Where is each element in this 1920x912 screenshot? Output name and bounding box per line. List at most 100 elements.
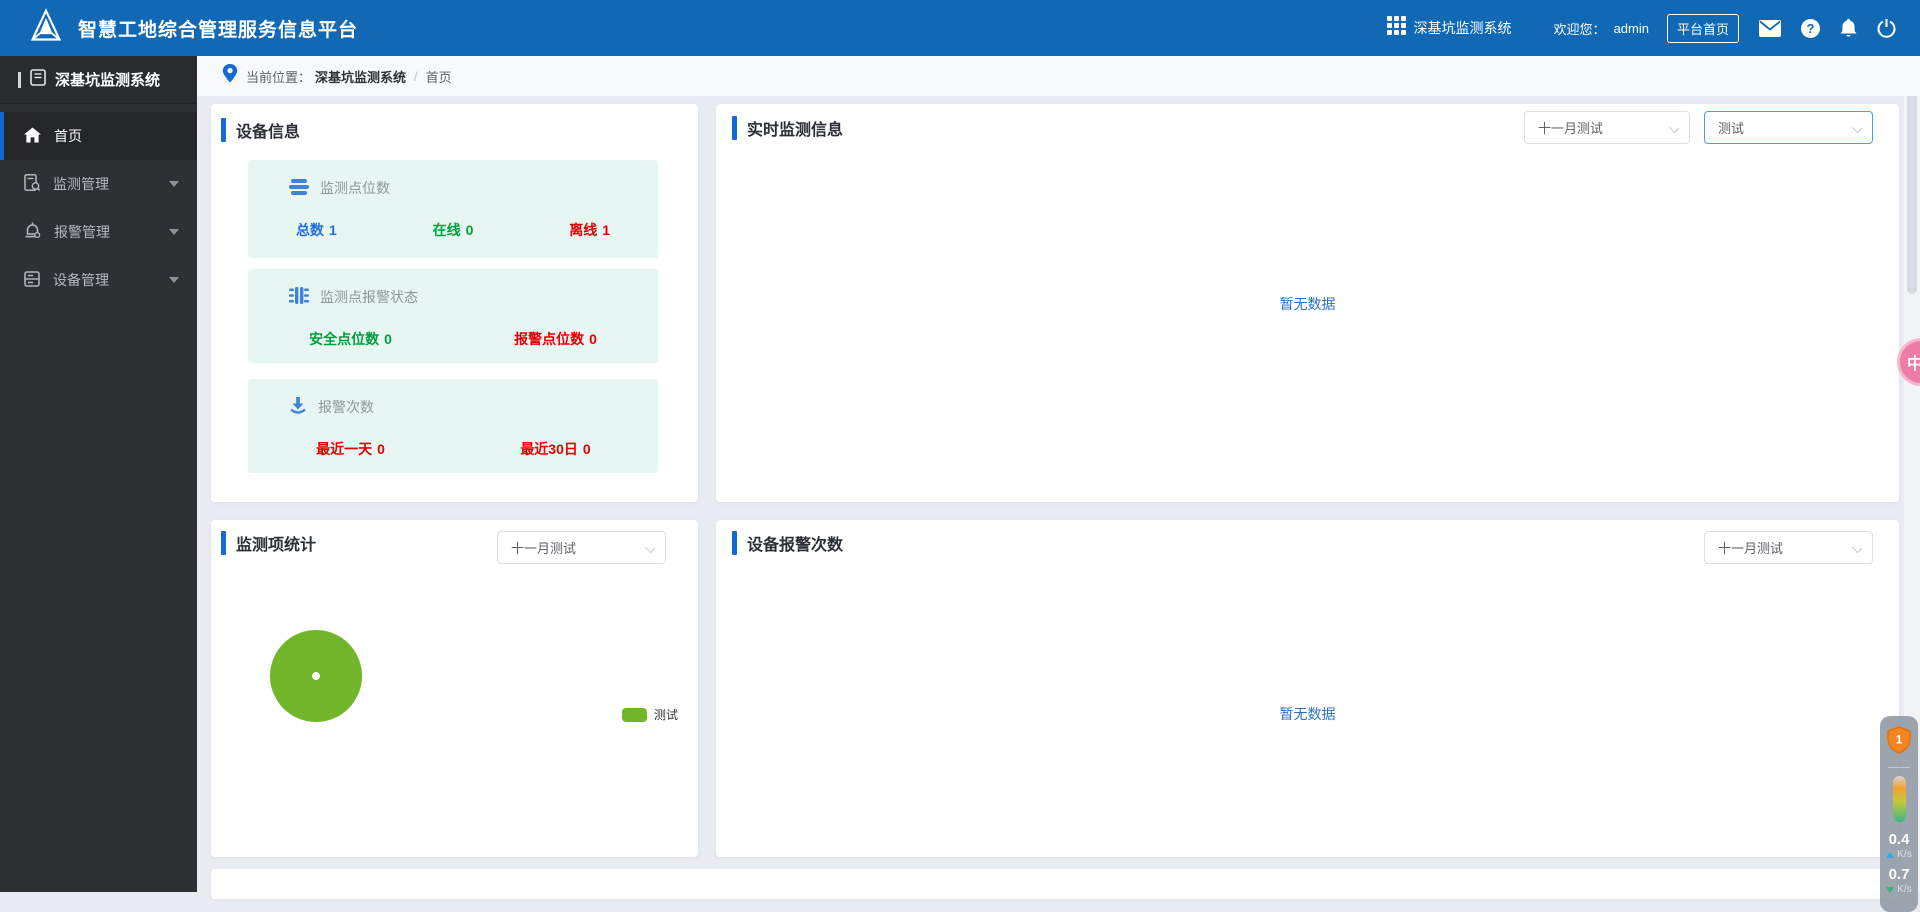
home-icon <box>24 127 41 146</box>
bell-icon[interactable] <box>1840 19 1857 38</box>
stat-alarm-points: 报警点位数0 <box>453 329 658 349</box>
card-header: 设备报警次数 <box>732 531 843 555</box>
sidebar-item-device-mgmt[interactable]: 设备管理 <box>0 256 197 304</box>
arrow-up-icon <box>1886 852 1894 858</box>
svg-text:?: ? <box>1807 21 1815 36</box>
upload-speed-unit: K/s <box>1886 849 1911 860</box>
card-title: 监测项统计 <box>236 531 316 555</box>
device-info-card: 设备信息 监测点位数 总数1 在线0 离线1 <box>211 104 698 502</box>
breadcrumb-separator: / <box>414 69 418 84</box>
chevron-down-icon <box>1852 123 1862 133</box>
language-float-button[interactable]: 中 <box>1897 338 1920 386</box>
card-title: 设备报警次数 <box>747 531 843 555</box>
svg-text:1: 1 <box>1896 733 1903 747</box>
platform-title: 智慧工地综合管理服务信息平台 <box>78 15 358 42</box>
device-drive-icon <box>24 271 40 290</box>
panel-header: 监测点位数 <box>278 178 390 198</box>
chevron-down-icon <box>645 543 655 553</box>
download-speed-value: 0.7 <box>1889 867 1910 882</box>
stat-total: 总数1 <box>248 220 385 240</box>
legend-swatch <box>622 708 647 722</box>
layers-icon <box>289 179 309 198</box>
brand: 智慧工地综合管理服务信息平台 <box>28 8 358 49</box>
current-system-name: 深基坑监测系统 <box>1414 18 1512 38</box>
panel-header: 报警次数 <box>278 397 374 417</box>
sidebar: 深基坑监测系统 首页 监测管理 <box>0 56 197 892</box>
sidebar-system-title: 深基坑监测系统 <box>55 69 160 90</box>
sidebar-menu: 首页 监测管理 <box>0 112 197 304</box>
location-pin-icon <box>222 64 238 88</box>
legend-item[interactable]: 测试 <box>622 706 678 723</box>
monitor-doc-icon <box>24 174 40 194</box>
title-accent-bar <box>221 118 226 142</box>
stat-offline: 离线1 <box>521 220 658 240</box>
panel-stats: 安全点位数0 报警点位数0 <box>248 329 658 349</box>
system-switcher[interactable]: 深基坑监测系统 <box>1387 16 1512 40</box>
divider <box>1888 767 1910 768</box>
card-header: 监测项统计 <box>221 531 316 555</box>
sidebar-item-label: 首页 <box>54 126 82 146</box>
monitor-points-panel: 监测点位数 总数1 在线0 离线1 <box>248 160 658 258</box>
card-title: 实时监测信息 <box>747 116 843 140</box>
title-accent-bar <box>221 531 226 555</box>
sidebar-item-home[interactable]: 首页 <box>0 112 197 160</box>
no-data-text: 暂无数据 <box>716 704 1899 724</box>
shield-badge-icon[interactable]: 1 <box>1886 726 1912 759</box>
upload-speed-value: 0.4 <box>1889 832 1910 847</box>
sidebar-item-label: 报警管理 <box>54 222 110 242</box>
chevron-down-icon <box>1669 123 1679 133</box>
alarm-status-panel: 监测点报警状态 安全点位数0 报警点位数0 <box>248 269 658 363</box>
help-icon[interactable]: ? <box>1801 19 1820 38</box>
breadcrumb-prefix: 当前位置： <box>246 67 311 86</box>
sidebar-item-label: 设备管理 <box>53 270 109 290</box>
logo-icon <box>28 8 64 49</box>
sidebar-item-monitor-mgmt[interactable]: 监测管理 <box>0 160 197 208</box>
donut-ring[interactable] <box>270 630 362 722</box>
apps-grid-icon <box>1387 16 1406 40</box>
welcome-label: 欢迎您： <box>1554 19 1606 38</box>
status-bars-icon <box>289 287 309 307</box>
month-select[interactable]: 十一月测试 <box>1524 111 1690 144</box>
chevron-down-icon <box>169 229 179 235</box>
no-data-text: 暂无数据 <box>716 294 1899 314</box>
chevron-down-icon <box>1852 543 1862 553</box>
panel-header: 监测点报警状态 <box>278 287 418 307</box>
username: admin <box>1614 21 1649 36</box>
sidebar-accent-bar <box>18 72 21 88</box>
month-select[interactable]: 十一月测试 <box>1704 531 1873 564</box>
panel-stats: 总数1 在线0 离线1 <box>248 220 658 240</box>
mail-icon[interactable] <box>1759 20 1781 37</box>
title-accent-bar <box>732 116 737 140</box>
stat-last-30-days: 最近30日0 <box>453 439 658 459</box>
power-icon[interactable] <box>1877 19 1896 38</box>
alarm-siren-icon <box>24 222 41 242</box>
download-speed-unit: K/s <box>1886 884 1911 895</box>
next-row-card-partial <box>211 869 1899 899</box>
stat-last-day: 最近一天0 <box>248 439 453 459</box>
card-title: 设备信息 <box>236 118 300 142</box>
alarm-count-panel: 报警次数 最近一天0 最近30日0 <box>248 379 658 473</box>
chevron-down-icon <box>169 277 179 283</box>
panel-title: 报警次数 <box>318 397 374 417</box>
breadcrumb: 当前位置： 深基坑监测系统 / 首页 <box>197 56 1920 96</box>
top-bar: 智慧工地综合管理服务信息平台 深基坑监测系统 欢迎您： admin 平台首页 <box>0 0 1920 56</box>
scrollbar-thumb[interactable] <box>1907 64 1917 294</box>
download-arrow-icon <box>289 397 307 417</box>
point-select[interactable]: 测试 <box>1704 111 1873 144</box>
sidebar-item-alarm-mgmt[interactable]: 报警管理 <box>0 208 197 256</box>
stat-safe-points: 安全点位数0 <box>248 329 453 349</box>
panel-title: 监测点报警状态 <box>320 287 418 307</box>
portal-home-button[interactable]: 平台首页 <box>1667 14 1739 43</box>
breadcrumb-current-link[interactable]: 首页 <box>426 67 452 86</box>
card-header: 实时监测信息 <box>732 116 843 140</box>
realtime-monitor-card: 实时监测信息 十一月测试 测试 暂无数据 <box>716 104 1899 502</box>
panel-stats: 最近一天0 最近30日0 <box>248 439 658 459</box>
net-monitor-widget[interactable]: 1 0.4 K/s 0.7 K/s <box>1880 716 1918 912</box>
speed-gauge-icon <box>1893 776 1906 822</box>
breadcrumb-system-link[interactable]: 深基坑监测系统 <box>315 67 406 86</box>
monitor-item-stats-card: 监测项统计 十一月测试 测试 <box>211 520 698 857</box>
panel-title: 监测点位数 <box>320 178 390 198</box>
device-alarm-count-card: 设备报警次数 十一月测试 暂无数据 <box>716 520 1899 857</box>
card-header: 设备信息 <box>221 118 300 142</box>
month-select[interactable]: 十一月测试 <box>497 531 666 564</box>
